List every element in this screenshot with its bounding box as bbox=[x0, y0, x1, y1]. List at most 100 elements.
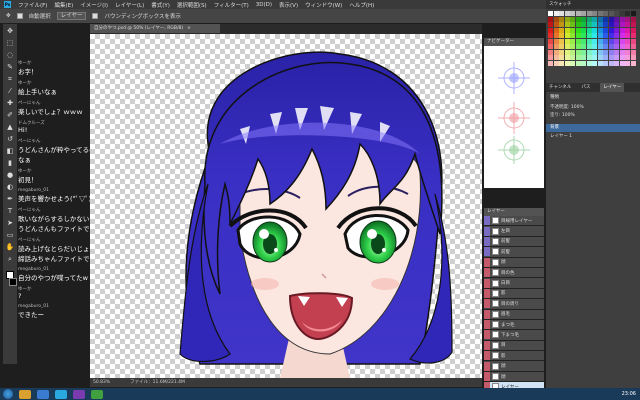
color-swatch[interactable] bbox=[630, 33, 636, 38]
document-tab[interactable]: 自分のやつ.psd @ 50% (レイヤー, RGB/8) × bbox=[90, 24, 220, 33]
color-swatch[interactable] bbox=[603, 60, 608, 66]
brush-tool-icon[interactable]: ✐ bbox=[6, 111, 15, 120]
eye-icon[interactable] bbox=[484, 299, 490, 309]
eye-icon[interactable] bbox=[484, 247, 490, 257]
pen-tool-icon[interactable]: ✒ bbox=[6, 195, 15, 204]
crop-tool-icon[interactable]: ⌗ bbox=[6, 75, 15, 84]
color-swatch[interactable] bbox=[553, 44, 559, 49]
dodge-tool-icon[interactable]: ◐ bbox=[6, 183, 15, 192]
color-swatch[interactable] bbox=[586, 60, 592, 66]
stamp-tool-icon[interactable]: ▲ bbox=[6, 123, 15, 132]
color-swatch[interactable] bbox=[614, 33, 619, 38]
lasso-tool-icon[interactable]: ◌ bbox=[6, 51, 15, 60]
color-swatch[interactable] bbox=[614, 49, 619, 55]
color-swatch[interactable] bbox=[619, 44, 625, 49]
color-swatch[interactable] bbox=[586, 16, 592, 22]
color-swatch[interactable] bbox=[603, 33, 608, 38]
eye-icon[interactable] bbox=[484, 257, 490, 267]
layer-row[interactable]: 白目 bbox=[484, 278, 544, 289]
color-swatch[interactable] bbox=[597, 33, 603, 38]
color-swatch[interactable] bbox=[592, 60, 597, 66]
layer-row[interactable]: 目の色 bbox=[484, 267, 544, 279]
color-swatch[interactable] bbox=[575, 27, 581, 33]
auto-select-checkbox[interactable] bbox=[16, 13, 23, 19]
history-brush-tool-icon[interactable]: ↺ bbox=[6, 135, 15, 144]
canvas[interactable] bbox=[90, 34, 482, 378]
color-swatch[interactable] bbox=[559, 27, 564, 33]
color-swatch[interactable] bbox=[553, 11, 559, 16]
color-swatch[interactable] bbox=[597, 55, 603, 60]
color-swatch[interactable] bbox=[570, 16, 575, 22]
color-swatch[interactable] bbox=[548, 22, 553, 27]
eye-icon[interactable] bbox=[484, 216, 490, 226]
color-swatch[interactable] bbox=[614, 44, 619, 49]
zoom-level[interactable]: 50.83% bbox=[93, 378, 110, 387]
color-swatch[interactable] bbox=[553, 55, 559, 60]
color-swatch[interactable] bbox=[564, 22, 570, 27]
color-swatch[interactable] bbox=[592, 55, 597, 60]
color-swatch[interactable] bbox=[548, 33, 553, 38]
color-swatch[interactable] bbox=[614, 27, 619, 33]
layer-row[interactable]: 左目 bbox=[484, 226, 544, 237]
color-swatch[interactable] bbox=[548, 38, 553, 44]
opacity-field[interactable]: 不透明度: 100% bbox=[546, 104, 640, 112]
color-swatch[interactable] bbox=[548, 60, 553, 66]
menu-file[interactable]: ファイル(F) bbox=[18, 1, 47, 9]
menu-edit[interactable]: 編集(E) bbox=[54, 1, 73, 9]
color-swatch[interactable] bbox=[614, 16, 619, 22]
color-swatch[interactable] bbox=[592, 49, 597, 55]
layers-mini-header[interactable]: レイヤー bbox=[484, 208, 544, 216]
eye-icon[interactable] bbox=[484, 268, 490, 278]
color-swatch[interactable] bbox=[614, 55, 619, 60]
color-swatch[interactable] bbox=[581, 49, 586, 55]
color-swatch[interactable] bbox=[564, 55, 570, 60]
zoom-tool-icon[interactable]: ⌕ bbox=[6, 255, 15, 264]
eye-icon[interactable] bbox=[484, 330, 490, 340]
color-swatch[interactable] bbox=[630, 60, 636, 66]
color-swatch[interactable] bbox=[553, 16, 559, 22]
shape-tool-icon[interactable]: ▭ bbox=[6, 231, 15, 240]
color-swatch[interactable] bbox=[559, 55, 564, 60]
color-swatch[interactable] bbox=[586, 27, 592, 33]
layer-row[interactable]: 目の周り bbox=[484, 299, 544, 310]
move-tool-icon[interactable]: ✥ bbox=[6, 13, 11, 19]
menu-image[interactable]: イメージ(I) bbox=[80, 1, 108, 9]
color-swatch[interactable] bbox=[548, 27, 553, 33]
path-select-tool-icon[interactable]: ➤ bbox=[6, 219, 15, 228]
background-color-swatch[interactable] bbox=[9, 278, 17, 286]
color-swatch[interactable] bbox=[597, 38, 603, 44]
color-swatch[interactable] bbox=[564, 49, 570, 55]
color-swatch[interactable] bbox=[608, 27, 614, 33]
color-swatch[interactable] bbox=[575, 44, 581, 49]
color-swatch[interactable] bbox=[570, 22, 575, 27]
tab-close-icon[interactable]: × bbox=[187, 24, 191, 33]
color-swatch[interactable] bbox=[548, 44, 553, 49]
color-swatch[interactable] bbox=[619, 27, 625, 33]
color-swatch[interactable] bbox=[581, 22, 586, 27]
hand-tool-icon[interactable]: ✋ bbox=[6, 243, 15, 252]
tab-paths[interactable]: パス bbox=[581, 83, 590, 92]
photoshop-taskbar-icon[interactable] bbox=[55, 389, 67, 399]
color-swatch[interactable] bbox=[597, 27, 603, 33]
color-swatch[interactable] bbox=[570, 27, 575, 33]
color-swatch[interactable] bbox=[608, 38, 614, 44]
quick-select-tool-icon[interactable]: ✎ bbox=[6, 63, 15, 72]
color-swatch[interactable] bbox=[608, 49, 614, 55]
layer-filter-kind[interactable]: 種類 bbox=[546, 94, 640, 102]
color-swatch[interactable] bbox=[559, 16, 564, 22]
color-swatch[interactable] bbox=[614, 22, 619, 27]
color-swatch[interactable] bbox=[548, 49, 553, 55]
color-swatch[interactable] bbox=[630, 22, 636, 27]
color-swatch[interactable] bbox=[586, 49, 592, 55]
color-swatch[interactable] bbox=[608, 16, 614, 22]
color-swatch[interactable] bbox=[559, 49, 564, 55]
layer-row-layer1[interactable]: レイヤー 1 bbox=[546, 133, 640, 141]
swatches-grid[interactable] bbox=[546, 9, 640, 68]
layer-row[interactable]: 目 bbox=[484, 340, 544, 352]
layer-row[interactable]: まつ毛 bbox=[484, 319, 544, 331]
menu-filter[interactable]: フィルター(T) bbox=[214, 1, 249, 9]
color-swatch[interactable] bbox=[625, 11, 630, 16]
color-swatch[interactable] bbox=[608, 33, 614, 38]
color-swatch[interactable] bbox=[548, 11, 553, 16]
color-swatch[interactable] bbox=[570, 11, 575, 16]
